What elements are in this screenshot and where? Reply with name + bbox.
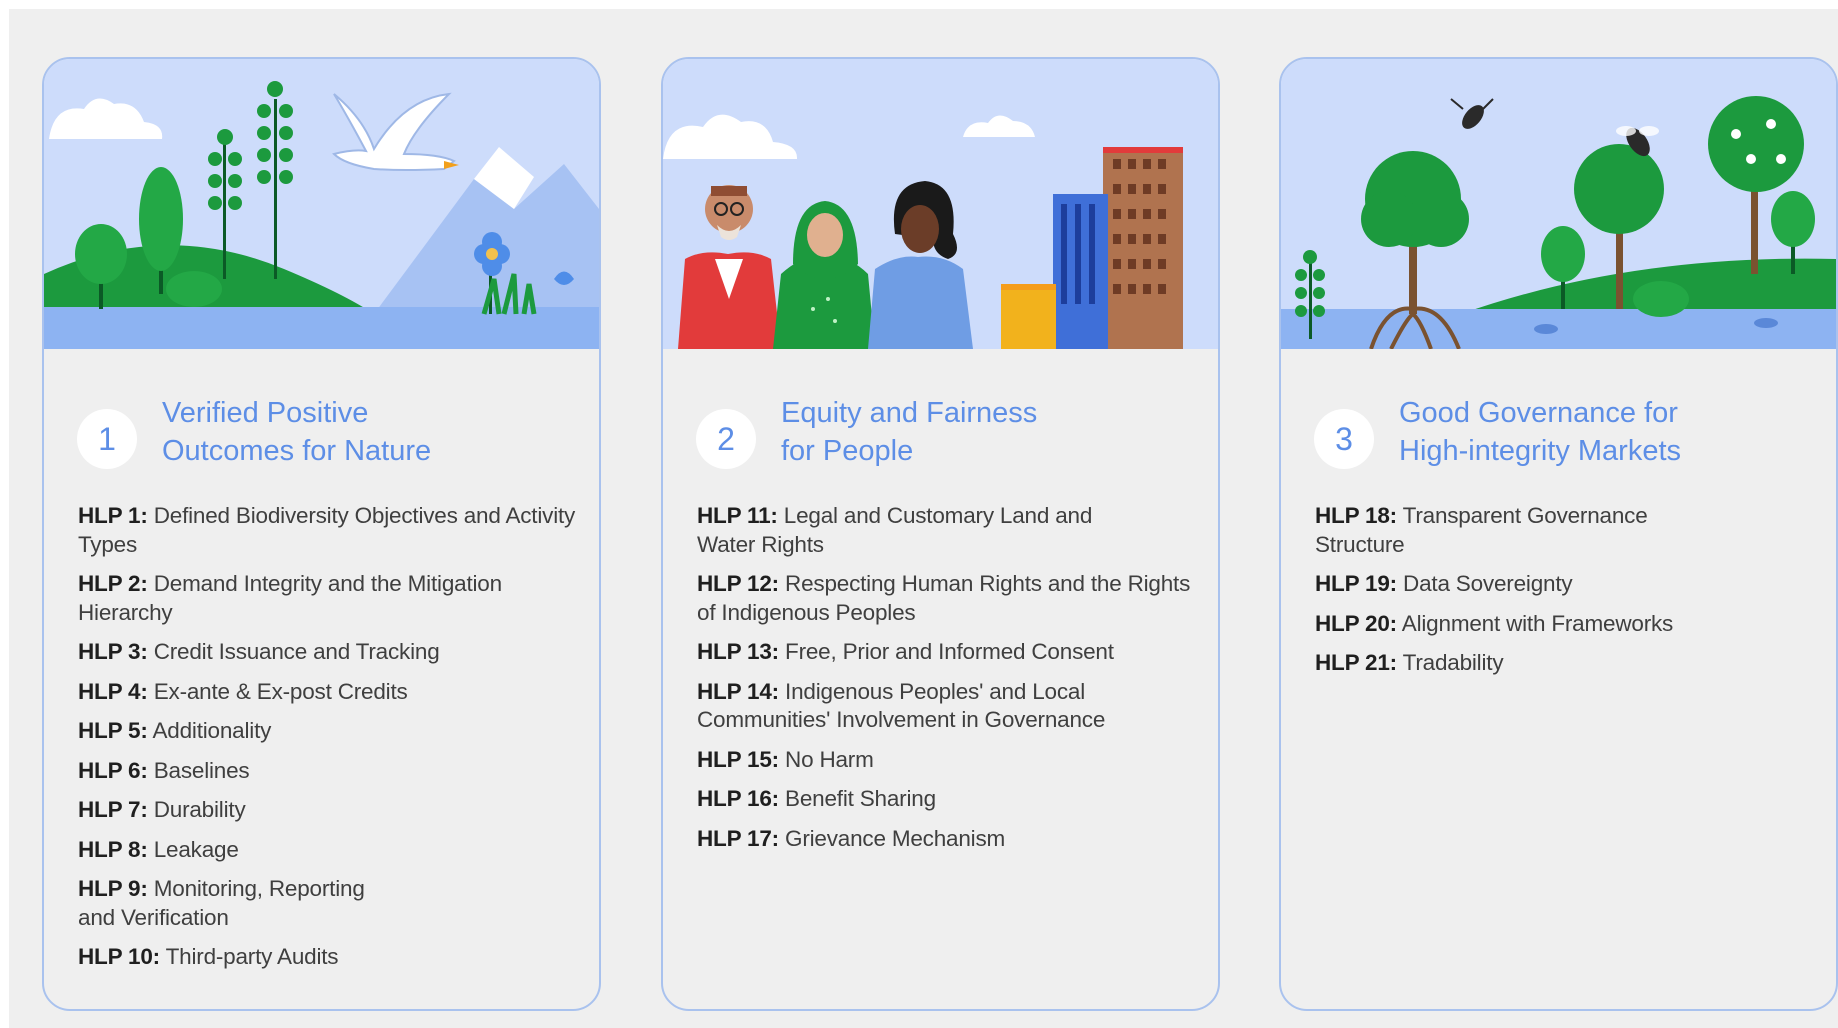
principle-item: HLP 3: Credit Issuance and Tracking bbox=[78, 639, 440, 664]
principle-item: HLP 15: No Harm bbox=[697, 746, 874, 772]
bush-icon bbox=[166, 271, 222, 307]
principle-item: HLP 10: Third-party Audits bbox=[78, 944, 339, 969]
principle-item: HLP 19: Data Sovereignty bbox=[1315, 571, 1573, 596]
principle-list: HLP 11: Legal and Customary Land and Wat… bbox=[697, 502, 1197, 864]
water-icon bbox=[1281, 309, 1836, 349]
principle-item: HLP 17: Grievance Mechanism bbox=[697, 825, 1006, 851]
people-illustration bbox=[663, 59, 1218, 349]
pillar-number-badge: 1 bbox=[77, 409, 137, 469]
pillar-card-governance: 3 Good Governance for High-integrity Mar… bbox=[1279, 57, 1838, 1011]
pillar-header: 2 Equity and Fairness for People bbox=[696, 394, 1196, 484]
pillar-header: 3 Good Governance for High-integrity Mar… bbox=[1314, 394, 1814, 484]
principle-item: HLP 2: Demand Integrity and the Mitigati… bbox=[78, 571, 502, 625]
principle-item: HLP 20: Alignment with Frameworks bbox=[1315, 610, 1674, 636]
principle-item: HLP 14: Indigenous Peoples' and Local Co… bbox=[697, 678, 1106, 733]
pillar-card-people: 2 Equity and Fairness for People HLP 11:… bbox=[661, 57, 1220, 1011]
principle-item: HLP 6: Baselines bbox=[78, 757, 250, 783]
pillar-number-badge: 2 bbox=[696, 409, 756, 469]
pillar-header: 1 Verified Positive Outcomes for Nature bbox=[77, 394, 577, 484]
diagram-canvas: 1 Verified Positive Outcomes for Nature … bbox=[9, 9, 1838, 1028]
principle-item: HLP 21: Tradability bbox=[1315, 650, 1504, 675]
pillar-title: Verified Positive Outcomes for Nature bbox=[162, 397, 432, 467]
pillar-title: Good Governance for High-integrity Marke… bbox=[1399, 397, 1682, 467]
pillar-card-nature: 1 Verified Positive Outcomes for Nature … bbox=[42, 57, 601, 1011]
principle-list: HLP 1: Defined Biodiversity Objectives a… bbox=[78, 502, 578, 983]
governance-illustration bbox=[1281, 59, 1836, 349]
pillar-title: Equity and Fairness for People bbox=[781, 397, 1038, 467]
principle-item: HLP 1: Defined Biodiversity Objectives a… bbox=[78, 503, 576, 557]
principle-item: HLP 5: Additionality bbox=[78, 718, 272, 743]
principle-item: HLP 11: Legal and Customary Land and Wat… bbox=[697, 503, 1093, 557]
nature-illustration bbox=[44, 59, 599, 349]
principle-item: HLP 12: Respecting Human Rights and the … bbox=[697, 571, 1191, 625]
principle-item: HLP 4: Ex-ante & Ex-post Credits bbox=[78, 678, 408, 704]
principle-item: HLP 8: Leakage bbox=[78, 836, 239, 862]
principle-item: HLP 9: Monitoring, Reporting and Verific… bbox=[78, 876, 365, 930]
principle-item: HLP 18: Transparent Governance Structure bbox=[1315, 503, 1648, 557]
principle-list: HLP 18: Transparent Governance Structure… bbox=[1315, 502, 1815, 689]
principle-item: HLP 16: Benefit Sharing bbox=[697, 786, 936, 811]
principle-item: HLP 13: Free, Prior and Informed Consent bbox=[697, 639, 1114, 664]
pillar-number-badge: 3 bbox=[1314, 409, 1374, 469]
principle-item: HLP 7: Durability bbox=[78, 797, 246, 822]
